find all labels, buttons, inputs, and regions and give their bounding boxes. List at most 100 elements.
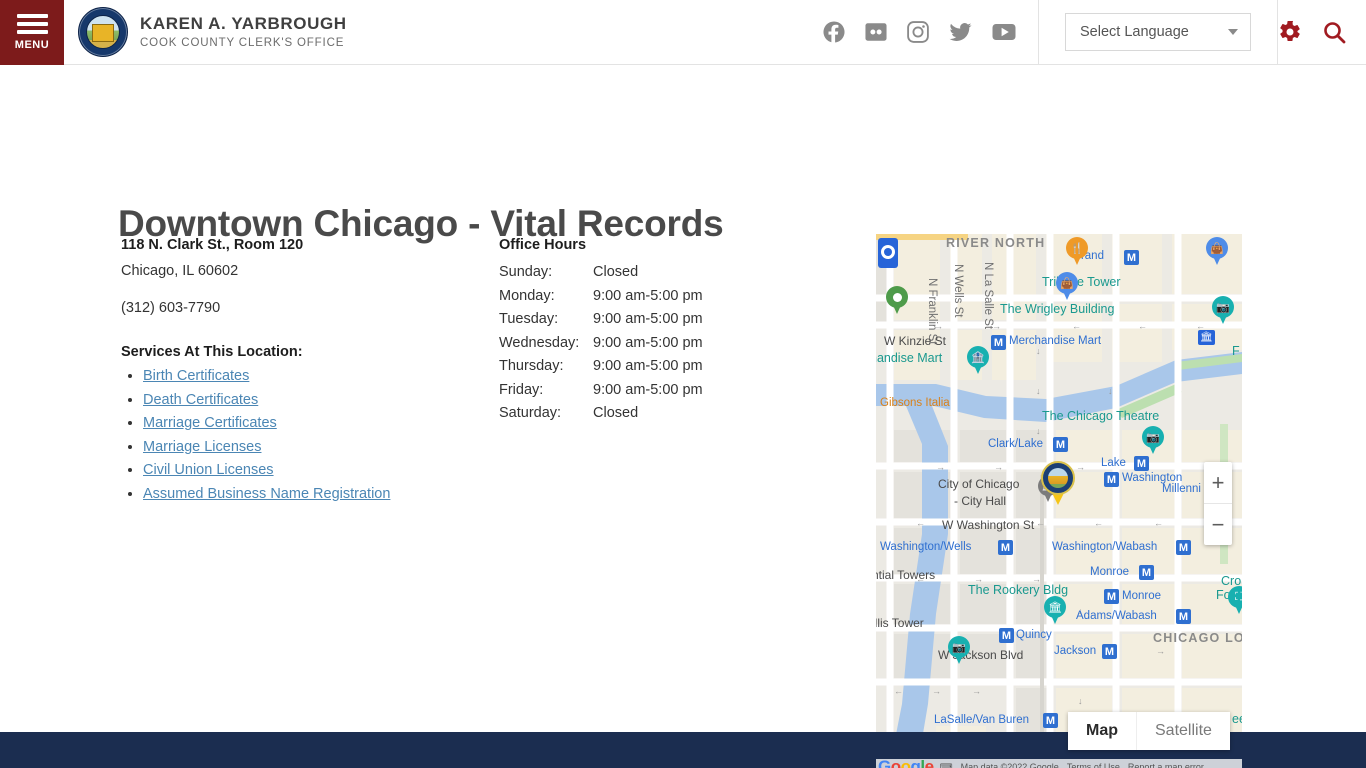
- map-museum-icon[interactable]: 🏛: [1198, 330, 1215, 345]
- svg-text:↓: ↓: [1036, 346, 1041, 356]
- svg-text:→: →: [992, 321, 1001, 331]
- svg-text:↓: ↓: [1108, 386, 1113, 396]
- service-link[interactable]: Marriage Licenses: [143, 439, 261, 455]
- svg-text:←: ←: [1072, 321, 1081, 331]
- svg-text:↓: ↓: [1078, 696, 1083, 706]
- map-attraction-pin-icon[interactable]: 🏦: [967, 346, 989, 376]
- map-type-toggle: Map Satellite: [1068, 712, 1230, 750]
- search-icon[interactable]: [1322, 20, 1346, 44]
- language-select-value: Select Language: [1080, 24, 1189, 40]
- office-hours-column: Office Hours Sunday: Closed Monday: 9:00 a…: [499, 237, 799, 429]
- hours-time: 9:00 am-5:00 pm: [593, 287, 703, 304]
- facebook-icon[interactable]: [823, 21, 845, 43]
- menu-button[interactable]: MENU: [0, 0, 64, 65]
- list-item: Birth Certificates: [143, 367, 481, 385]
- map-attraction-pin-icon[interactable]: 📷: [948, 636, 970, 666]
- svg-text:→: →: [1076, 462, 1085, 472]
- page-content: Downtown Chicago - Vital Records 118 N. …: [0, 65, 1366, 768]
- map-shopping-pin-icon[interactable]: 👜: [1056, 272, 1078, 302]
- map-park-pin-icon[interactable]: [886, 286, 908, 316]
- svg-text:←: ←: [1138, 321, 1147, 331]
- transit-badge-icon: M: [1139, 565, 1154, 580]
- svg-text:←: ←: [1036, 518, 1045, 528]
- svg-text:↓: ↓: [1078, 606, 1083, 616]
- svg-text:←: ←: [974, 518, 983, 528]
- table-row: Monday: 9:00 am-5:00 pm: [499, 288, 703, 312]
- address-line-2: Chicago, IL 60602: [121, 263, 239, 279]
- hours-day: Thursday:: [499, 358, 564, 374]
- svg-text:→: →: [974, 574, 983, 584]
- site-header: MENU KAREN A. YARBROUGH COOK COUNTY CLER…: [0, 0, 1366, 65]
- brand-subtitle: COOK COUNTY CLERK'S OFFICE: [140, 36, 345, 49]
- cook-county-seal-icon: [78, 7, 128, 57]
- address-line-1: 118 N. Clark St., Room 120: [121, 237, 304, 253]
- menu-button-label: MENU: [14, 38, 50, 51]
- list-item: Death Certificates: [143, 391, 481, 409]
- svg-text:↓: ↓: [1078, 646, 1083, 656]
- svg-text:→: →: [932, 686, 941, 696]
- location-map[interactable]: →→ ←← ← →→ →→ ←← ←← ← ←→ → ←→ → → ↓↓ ↓↓ …: [876, 234, 1242, 768]
- cook-county-office-marker[interactable]: [1041, 461, 1075, 505]
- table-row: Thursday: 9:00 am-5:00 pm: [499, 358, 703, 382]
- list-item: Assumed Business Name Registration: [143, 485, 481, 503]
- service-link[interactable]: Birth Certificates: [143, 368, 249, 384]
- transit-badge-icon: M: [998, 540, 1013, 555]
- language-select[interactable]: Select Language: [1065, 13, 1251, 51]
- service-link[interactable]: Civil Union Licenses: [143, 462, 274, 478]
- map-type-satellite-button[interactable]: Satellite: [1136, 712, 1230, 750]
- svg-text:←: ←: [1154, 518, 1163, 528]
- hours-day: Monday:: [499, 287, 555, 304]
- keyboard-shortcuts-icon[interactable]: ⌨: [940, 762, 953, 768]
- map-attraction-pin-icon[interactable]: 📷: [1212, 296, 1234, 326]
- map-zoom-in-button[interactable]: +: [1204, 462, 1232, 503]
- map-shopping-pin-icon[interactable]: 👜: [1206, 237, 1228, 267]
- service-link[interactable]: Assumed Business Name Registration: [143, 486, 390, 502]
- service-link[interactable]: Marriage Certificates: [143, 415, 277, 431]
- map-zoom-out-button[interactable]: −: [1204, 504, 1232, 545]
- map-type-map-button[interactable]: Map: [1068, 712, 1136, 750]
- list-item: Civil Union Licenses: [143, 461, 481, 479]
- transit-badge-icon: M: [1043, 713, 1058, 728]
- hours-time: Closed: [593, 264, 639, 280]
- transit-badge-icon: M: [1124, 250, 1139, 265]
- transit-badge-icon: M: [1176, 609, 1191, 624]
- svg-text:→: →: [994, 462, 1003, 472]
- transit-badge-icon: M: [1104, 589, 1119, 604]
- svg-text:←: ←: [894, 686, 903, 696]
- svg-text:→: →: [1156, 646, 1165, 656]
- service-link[interactable]: Death Certificates: [143, 392, 258, 408]
- map-data-attribution: Map data ©2022 Google: [960, 762, 1059, 768]
- transit-badge-icon: M: [999, 628, 1014, 643]
- google-logo: Google: [878, 757, 934, 768]
- table-row: Friday: 9:00 am-5:00 pm: [499, 382, 703, 406]
- services-list: Birth Certificates Death Certificates Ma…: [121, 367, 481, 503]
- map-report-error-link[interactable]: Report a map error: [1128, 762, 1204, 768]
- svg-text:←: ←: [916, 574, 925, 584]
- phone-number: (312) 603-7790: [121, 300, 221, 316]
- social-links: [823, 21, 1016, 43]
- list-item: Marriage Certificates: [143, 414, 481, 432]
- map-attribution-bar: Google ⌨ Map data ©2022 Google Terms of …: [876, 757, 1242, 768]
- flickr-icon[interactable]: [865, 21, 887, 43]
- transit-badge-icon: M: [991, 335, 1006, 350]
- map-restaurant-pin-icon[interactable]: 🍴: [1066, 237, 1088, 267]
- instagram-icon[interactable]: [907, 21, 929, 43]
- svg-text:→: →: [972, 686, 981, 696]
- map-terms-link[interactable]: Terms of Use: [1067, 762, 1120, 768]
- hours-time: 9:00 am-5:00 pm: [593, 358, 703, 374]
- map-attraction-pin-icon[interactable]: ⛶: [1228, 586, 1242, 616]
- svg-text:→: →: [1032, 574, 1041, 584]
- svg-text:→: →: [936, 462, 945, 472]
- map-attraction-pin-icon[interactable]: 📷: [1142, 426, 1164, 456]
- twitter-icon[interactable]: [949, 21, 972, 43]
- brand-logo-link[interactable]: KAREN A. YARBROUGH COOK COUNTY CLERK'S O…: [78, 7, 347, 57]
- map-landmark-pin-icon[interactable]: 🏛: [1044, 596, 1066, 626]
- table-row: Saturday: Closed: [499, 405, 703, 429]
- map-streetview-icon[interactable]: [878, 238, 898, 268]
- hours-day: Sunday:: [499, 264, 553, 280]
- youtube-icon[interactable]: [992, 21, 1016, 43]
- transit-badge-icon: M: [1134, 456, 1149, 471]
- gear-icon[interactable]: [1278, 20, 1302, 44]
- services-heading: Services At This Location:: [121, 344, 303, 360]
- header-tools: [1278, 20, 1366, 44]
